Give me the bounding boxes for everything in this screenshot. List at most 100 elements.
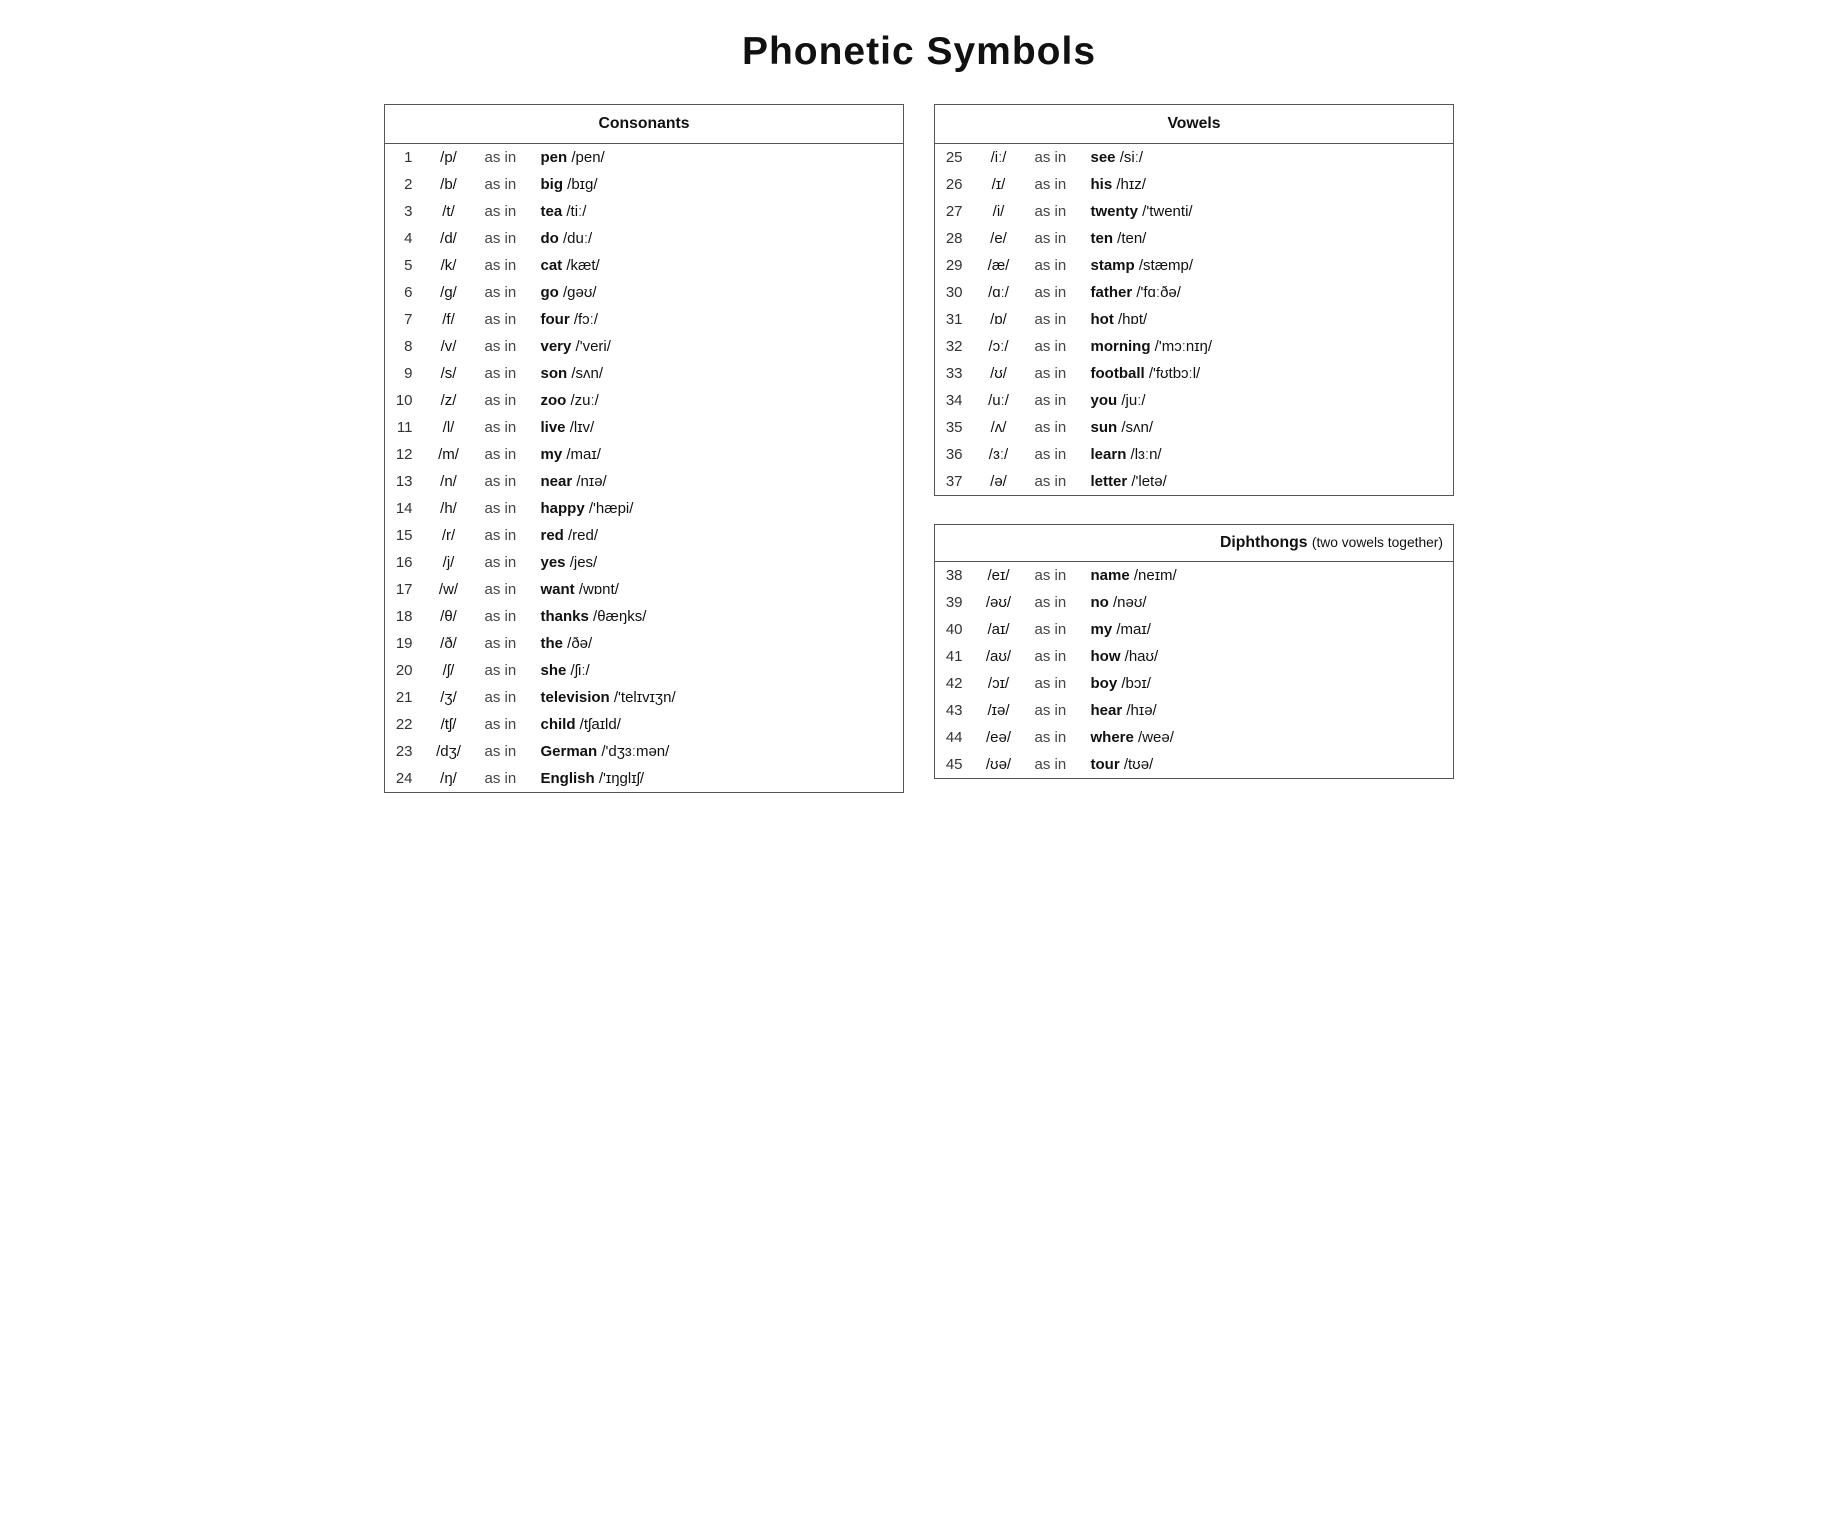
row-number: 38 (935, 562, 971, 590)
table-row: 19 /ð/ as in the /ðə/ (385, 630, 904, 657)
as-in-label: as in (1027, 387, 1083, 414)
example-word: want /wɒnt/ (533, 576, 904, 603)
row-number: 7 (385, 306, 421, 333)
phonetic-symbol: /əʊ/ (971, 589, 1027, 616)
row-number: 43 (935, 697, 971, 724)
phonetic-symbol: /ɜː/ (971, 441, 1027, 468)
row-number: 19 (385, 630, 421, 657)
table-row: 24 /ŋ/ as in English /'ɪŋglɪʃ/ (385, 765, 904, 793)
as-in-label: as in (477, 333, 533, 360)
example-word: no /nəʊ/ (1083, 589, 1454, 616)
as-in-label: as in (477, 522, 533, 549)
as-in-label: as in (477, 360, 533, 387)
row-number: 3 (385, 198, 421, 225)
table-row: 3 /t/ as in tea /tiː/ (385, 198, 904, 225)
as-in-label: as in (477, 225, 533, 252)
as-in-label: as in (1027, 562, 1083, 590)
table-row: 38 /eɪ/ as in name /neɪm/ (935, 562, 1454, 590)
example-word: four /fɔː/ (533, 306, 904, 333)
as-in-label: as in (1027, 441, 1083, 468)
as-in-label: as in (477, 279, 533, 306)
as-in-label: as in (477, 576, 533, 603)
example-word: near /nɪə/ (533, 468, 904, 495)
table-row: 10 /z/ as in zoo /zuː/ (385, 387, 904, 414)
phonetic-symbol: /r/ (421, 522, 477, 549)
right-column: Vowels 25 /iː/ as in see /siː/ 26 /ɪ/ as… (934, 104, 1454, 779)
table-row: 4 /d/ as in do /duː/ (385, 225, 904, 252)
table-row: 30 /ɑː/ as in father /'fɑːðə/ (935, 279, 1454, 306)
as-in-label: as in (1027, 670, 1083, 697)
phonetic-symbol: /eə/ (971, 724, 1027, 751)
phonetic-symbol: /ʃ/ (421, 657, 477, 684)
tables-wrapper: Consonants 1 /p/ as in pen /pen/ 2 /b/ a… (40, 104, 1798, 793)
phonetic-symbol: /n/ (421, 468, 477, 495)
example-word: letter /'letə/ (1083, 468, 1454, 496)
phonetic-symbol: /h/ (421, 495, 477, 522)
row-number: 21 (385, 684, 421, 711)
as-in-label: as in (477, 414, 533, 441)
phonetic-symbol: /ɔː/ (971, 333, 1027, 360)
phonetic-symbol: /ɔɪ/ (971, 670, 1027, 697)
row-number: 16 (385, 549, 421, 576)
row-number: 25 (935, 144, 971, 172)
as-in-label: as in (1027, 468, 1083, 496)
as-in-label: as in (1027, 198, 1083, 225)
table-row: 43 /ɪə/ as in hear /hɪə/ (935, 697, 1454, 724)
table-row: 18 /θ/ as in thanks /θæŋks/ (385, 603, 904, 630)
example-word: where /weə/ (1083, 724, 1454, 751)
vowels-table: Vowels 25 /iː/ as in see /siː/ 26 /ɪ/ as… (934, 104, 1454, 496)
row-number: 5 (385, 252, 421, 279)
row-number: 15 (385, 522, 421, 549)
consonants-header: Consonants (385, 105, 904, 144)
example-word: learn /lɜːn/ (1083, 441, 1454, 468)
example-word: child /tʃaɪld/ (533, 711, 904, 738)
example-word: big /bɪg/ (533, 171, 904, 198)
phonetic-symbol: /ʌ/ (971, 414, 1027, 441)
row-number: 6 (385, 279, 421, 306)
example-word: father /'fɑːðə/ (1083, 279, 1454, 306)
row-number: 36 (935, 441, 971, 468)
phonetic-symbol: /ŋ/ (421, 765, 477, 793)
table-row: 32 /ɔː/ as in morning /'mɔːnɪŋ/ (935, 333, 1454, 360)
as-in-label: as in (1027, 724, 1083, 751)
phonetic-symbol: /uː/ (971, 387, 1027, 414)
table-row: 45 /ʊə/ as in tour /tʊə/ (935, 751, 1454, 779)
row-number: 33 (935, 360, 971, 387)
table-row: 27 /i/ as in twenty /'twenti/ (935, 198, 1454, 225)
phonetic-symbol: /ʊ/ (971, 360, 1027, 387)
example-word: television /'telɪvɪʒn/ (533, 684, 904, 711)
as-in-label: as in (477, 441, 533, 468)
phonetic-symbol: /θ/ (421, 603, 477, 630)
example-word: my /maɪ/ (533, 441, 904, 468)
example-word: do /duː/ (533, 225, 904, 252)
table-row: 26 /ɪ/ as in his /hɪz/ (935, 171, 1454, 198)
table-row: 2 /b/ as in big /bɪg/ (385, 171, 904, 198)
as-in-label: as in (477, 738, 533, 765)
example-word: sun /sʌn/ (1083, 414, 1454, 441)
example-word: English /'ɪŋglɪʃ/ (533, 765, 904, 793)
phonetic-symbol: /s/ (421, 360, 477, 387)
example-word: ten /ten/ (1083, 225, 1454, 252)
as-in-label: as in (1027, 252, 1083, 279)
table-row: 17 /w/ as in want /wɒnt/ (385, 576, 904, 603)
row-number: 29 (935, 252, 971, 279)
row-number: 39 (935, 589, 971, 616)
as-in-label: as in (1027, 697, 1083, 724)
example-word: how /haʊ/ (1083, 643, 1454, 670)
example-word: twenty /'twenti/ (1083, 198, 1454, 225)
table-row: 28 /e/ as in ten /ten/ (935, 225, 1454, 252)
row-number: 24 (385, 765, 421, 793)
table-row: 15 /r/ as in red /red/ (385, 522, 904, 549)
example-word: cat /kæt/ (533, 252, 904, 279)
phonetic-symbol: /t/ (421, 198, 477, 225)
table-row: 20 /ʃ/ as in she /ʃiː/ (385, 657, 904, 684)
diphthongs-subtitle: (two vowels together) (1312, 535, 1443, 550)
page-title: Phonetic Symbols (40, 30, 1798, 74)
row-number: 41 (935, 643, 971, 670)
row-number: 11 (385, 414, 421, 441)
table-row: 1 /p/ as in pen /pen/ (385, 144, 904, 172)
table-row: 42 /ɔɪ/ as in boy /bɔɪ/ (935, 670, 1454, 697)
phonetic-symbol: /ʒ/ (421, 684, 477, 711)
row-number: 8 (385, 333, 421, 360)
as-in-label: as in (1027, 589, 1083, 616)
